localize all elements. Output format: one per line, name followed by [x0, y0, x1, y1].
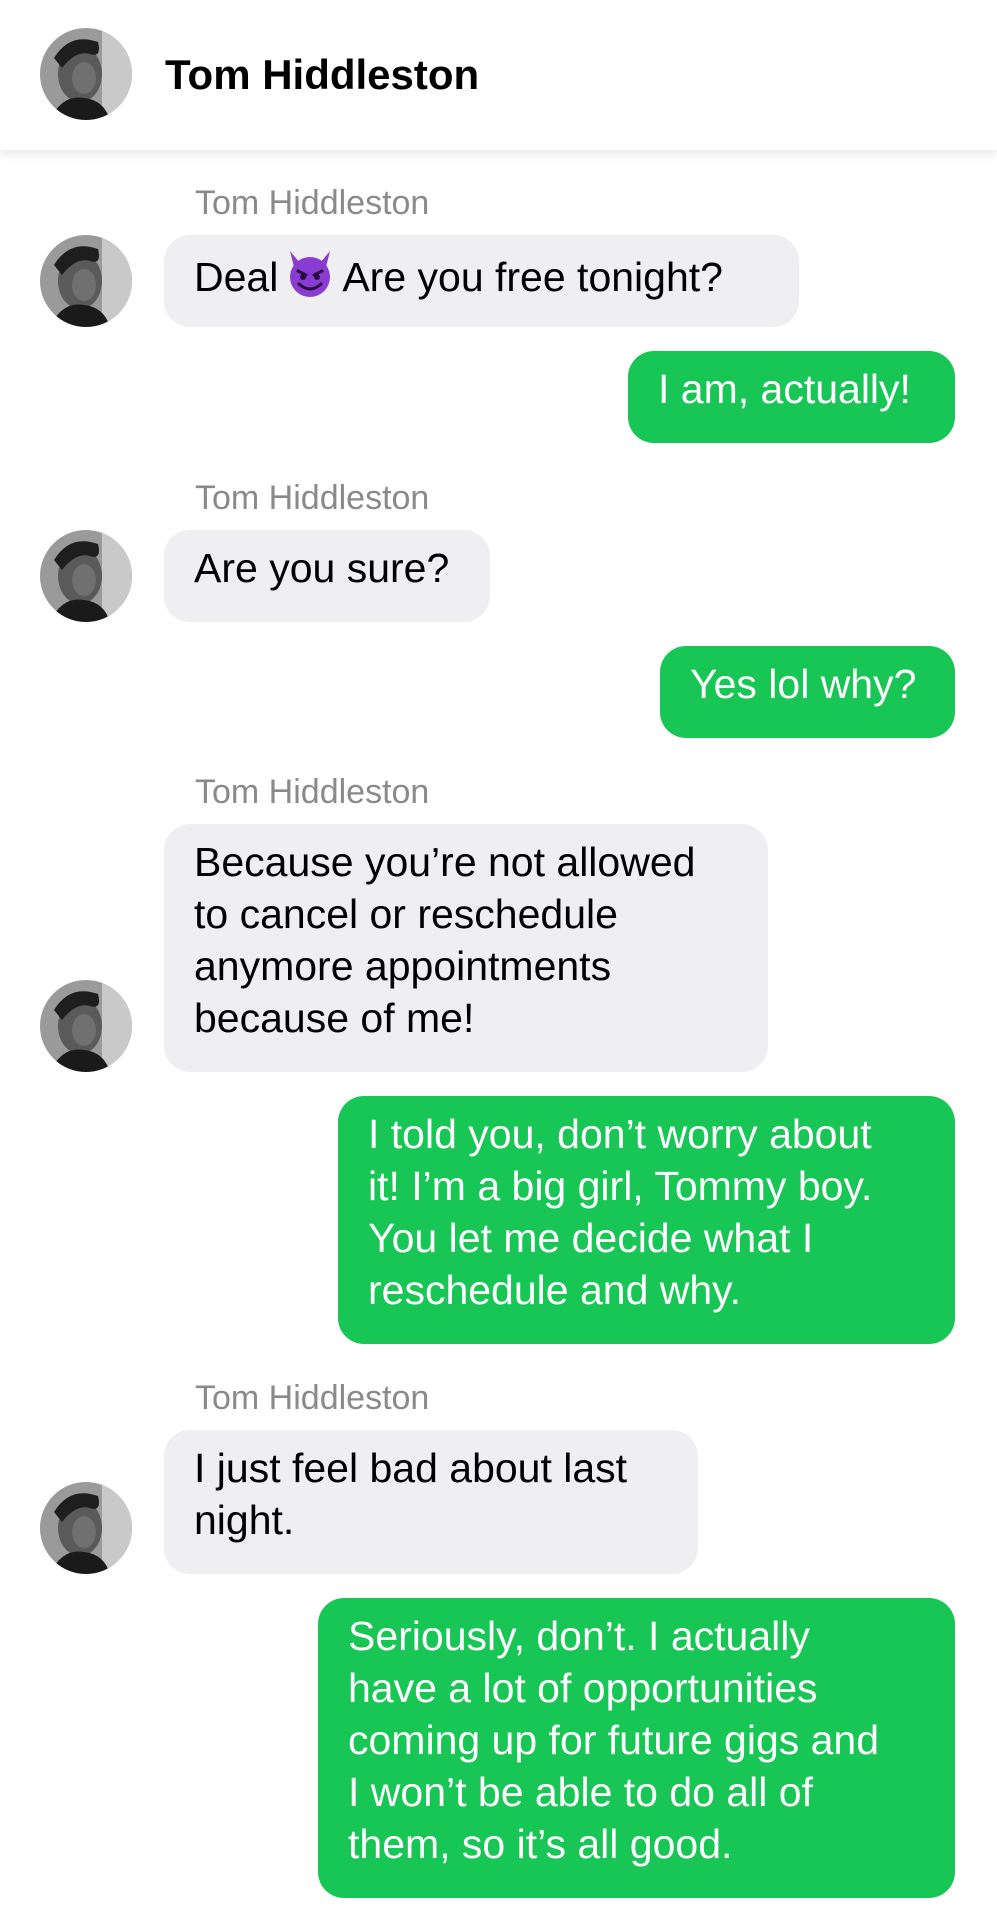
- message-line: You let me decide what I: [368, 1215, 814, 1261]
- sender-avatar[interactable]: [40, 1482, 132, 1574]
- outgoing-message-bubble[interactable]: Seriously, don’t. I actually have a lot …: [318, 1598, 955, 1898]
- message-line: I just feel bad about last: [194, 1445, 628, 1491]
- contact-avatar[interactable]: [40, 28, 132, 120]
- contact-photo-icon: [40, 235, 132, 327]
- sender-label: Tom Hiddleston: [195, 479, 430, 517]
- chat-header: Tom Hiddleston: [0, 0, 997, 150]
- incoming-message-bubble[interactable]: Are you sure?: [164, 530, 490, 622]
- incoming-message-bubble[interactable]: Because you’re not allowed to cancel or …: [164, 824, 768, 1072]
- message-line: coming up for future gigs and: [348, 1717, 880, 1763]
- message-line: I won’t be able to do all of: [348, 1769, 813, 1815]
- message-line: it! I’m a big girl, Tommy boy.: [368, 1163, 873, 1209]
- sender-label: Tom Hiddleston: [195, 184, 430, 222]
- smiling-devil-emoji-icon: [284, 247, 336, 311]
- message-line: I told you, don’t worry about: [368, 1111, 872, 1157]
- incoming-message-bubble[interactable]: I just feel bad about last night.: [164, 1430, 698, 1574]
- message-line: Seriously, don’t. I actually: [348, 1613, 810, 1659]
- message-line: anymore appointments: [194, 943, 612, 989]
- message-line: night.: [194, 1497, 295, 1543]
- message-line: them, so it’s all good.: [348, 1821, 733, 1867]
- message-line: to cancel or reschedule: [194, 891, 618, 937]
- sender-avatar[interactable]: [40, 530, 132, 622]
- contact-photo-icon: [40, 980, 132, 1072]
- message-line: because of me!: [194, 995, 475, 1041]
- contact-photo-icon: [40, 28, 132, 120]
- message-text: I am, actually!: [658, 366, 911, 412]
- message-text: Yes lol why?: [690, 661, 917, 707]
- incoming-message-bubble[interactable]: Deal Are you free tonight?: [164, 235, 799, 327]
- message-text: Deal: [194, 254, 279, 300]
- outgoing-message-bubble[interactable]: Yes lol why?: [660, 646, 955, 738]
- message-text: Are you sure?: [194, 545, 450, 591]
- sender-avatar[interactable]: [40, 235, 132, 327]
- contact-photo-icon: [40, 1482, 132, 1574]
- sender-label: Tom Hiddleston: [195, 1379, 430, 1417]
- message-line: Because you’re not allowed: [194, 839, 696, 885]
- outgoing-message-bubble[interactable]: I told you, don’t worry about it! I’m a …: [338, 1096, 955, 1344]
- message-line: have a lot of opportunities: [348, 1665, 818, 1711]
- message-line: reschedule and why.: [368, 1267, 742, 1313]
- outgoing-message-bubble[interactable]: I am, actually!: [628, 351, 955, 443]
- message-text: Are you free tonight?: [342, 254, 723, 300]
- contact-photo-icon: [40, 530, 132, 622]
- contact-name-title: Tom Hiddleston: [165, 51, 480, 98]
- sender-label: Tom Hiddleston: [195, 773, 430, 811]
- sender-avatar[interactable]: [40, 980, 132, 1072]
